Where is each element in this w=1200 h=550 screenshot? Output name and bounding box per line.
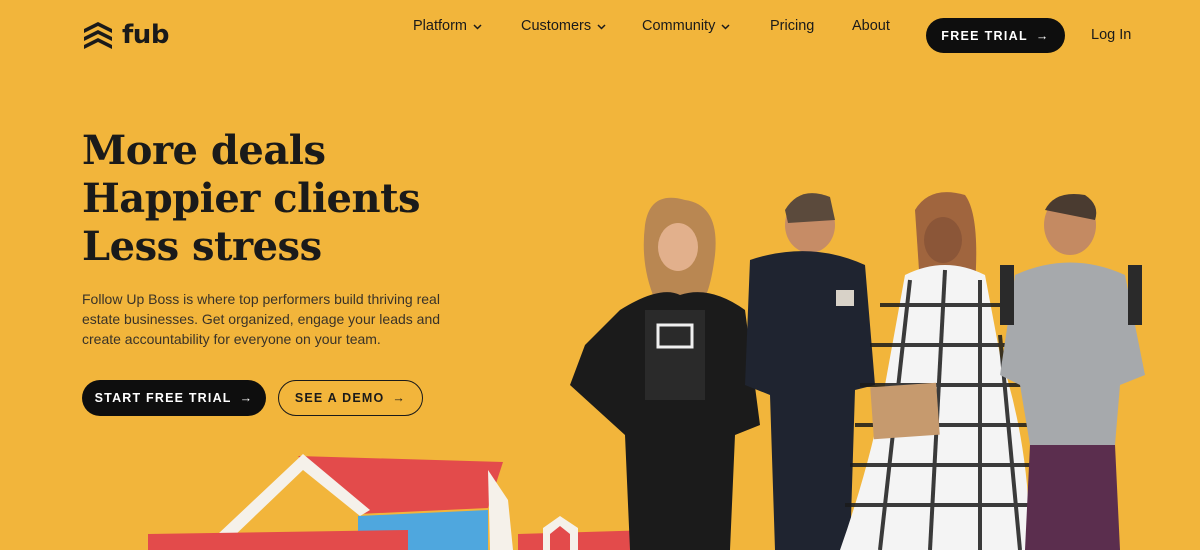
nav-customers-label: Customers [521, 18, 592, 34]
headline-line-2: Happier clients [82, 175, 421, 222]
login-link[interactable]: Log In [1091, 27, 1131, 43]
nav-about[interactable]: About [852, 18, 890, 34]
chevron-down-icon [473, 22, 482, 32]
hero-subtext: Follow Up Boss is where top performers b… [82, 291, 441, 347]
team-people-illustration [570, 192, 1145, 550]
chevron-down-icon [721, 22, 730, 32]
free-trial-label: FREE TRIAL [941, 28, 1028, 43]
nav-community-label: Community [642, 18, 716, 34]
nav-customers[interactable]: Customers [521, 18, 606, 34]
site-header: fub Platform Customers Community Pricing… [0, 0, 1200, 72]
nav-platform-label: Platform [413, 18, 467, 34]
headline-line-3: Less stress [82, 223, 322, 270]
free-trial-button[interactable]: FREE TRIAL → [926, 18, 1065, 53]
arrow-right-icon: → [1035, 28, 1050, 43]
see-demo-label: SEE A DEMO [294, 391, 385, 405]
brand-logo[interactable]: fub [82, 20, 169, 50]
chevron-down-icon [597, 22, 606, 32]
nav-platform[interactable]: Platform [413, 18, 482, 34]
nav-pricing[interactable]: Pricing [770, 18, 814, 34]
arrow-right-icon: → [239, 391, 254, 405]
headline-line-1: More deals [82, 127, 326, 174]
arrow-right-icon: → [392, 391, 407, 405]
nav-community[interactable]: Community [642, 18, 730, 34]
see-demo-button[interactable]: SEE A DEMO → [278, 380, 423, 416]
hero-headline: More deals Happier clients Less stress [82, 127, 421, 271]
start-free-trial-label: START FREE TRIAL [94, 391, 232, 405]
start-free-trial-button[interactable]: START FREE TRIAL → [82, 380, 266, 416]
stacked-chevrons-icon [84, 22, 112, 49]
brand-name: fub [122, 20, 169, 50]
